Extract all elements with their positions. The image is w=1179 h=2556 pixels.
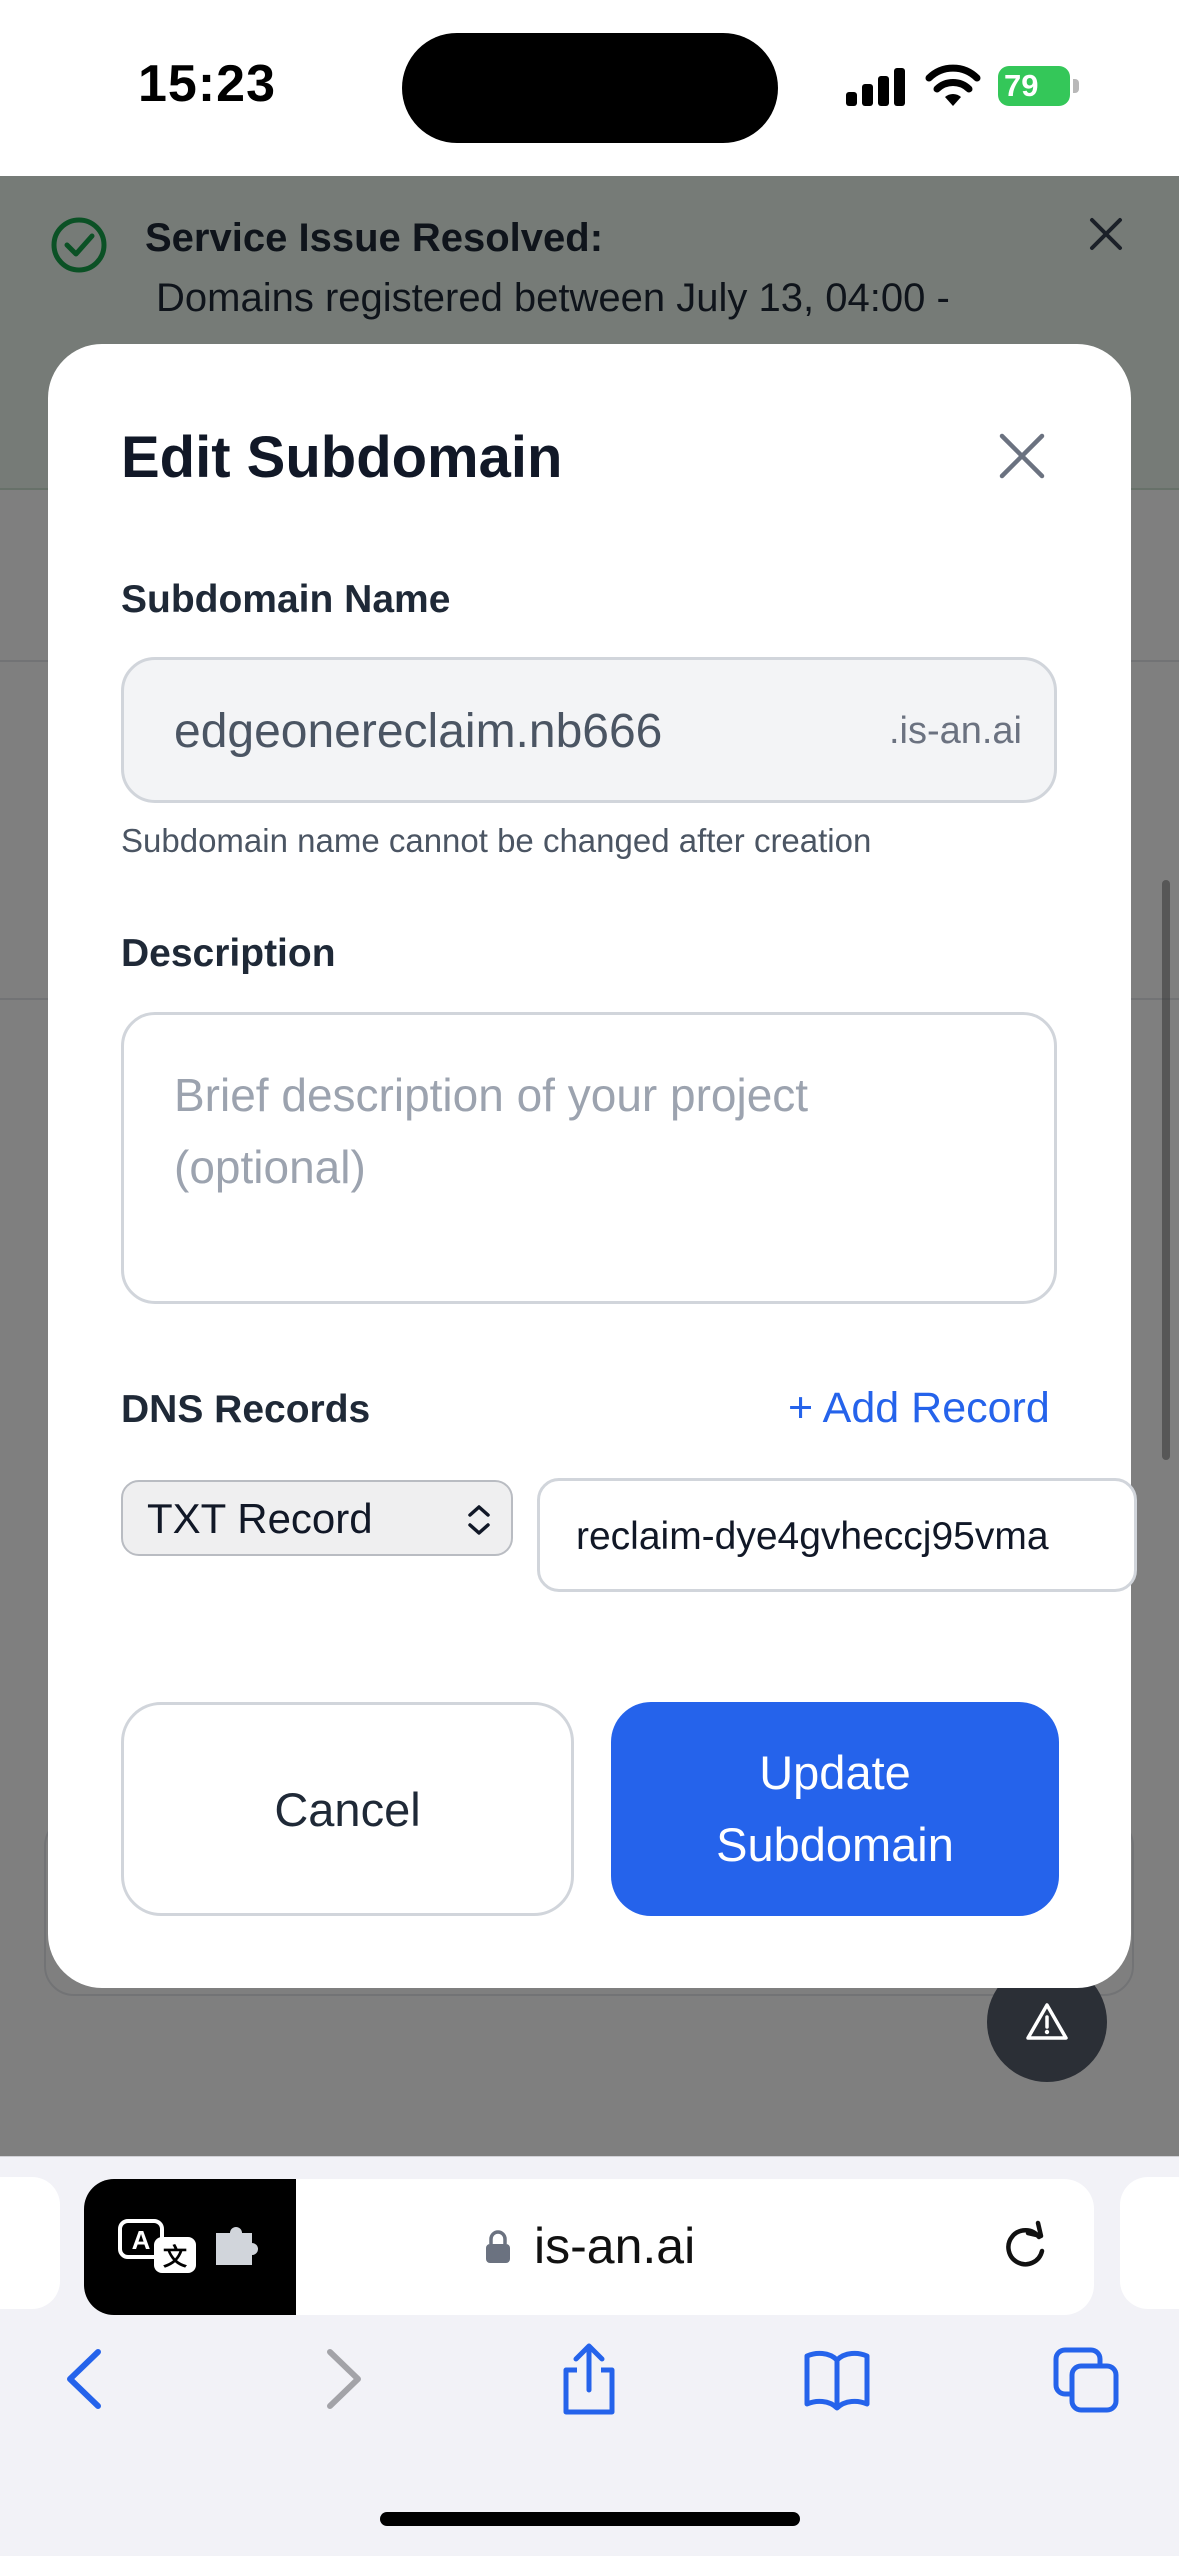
add-record-button[interactable]: + Add Record (788, 1384, 1050, 1433)
subdomain-suffix: .is-an.ai (888, 710, 1022, 752)
record-type-select[interactable]: TXT Record (121, 1480, 513, 1556)
edit-subdomain-modal: Edit Subdomain Subdomain Name edgeonerec… (48, 344, 1137, 1988)
back-icon[interactable] (52, 2342, 122, 2416)
url-text: is-an.ai (534, 2218, 696, 2274)
svg-text:文: 文 (163, 2243, 188, 2271)
description-textarea[interactable]: Brief description of your project (optio… (121, 1012, 1057, 1304)
update-button-label: Update Subdomain (716, 1746, 954, 1871)
status-bar: 15:23 79 (0, 0, 1179, 176)
cellular-signal-icon (846, 66, 906, 106)
warning-icon (1026, 2003, 1068, 2040)
extensions-button[interactable]: A 文 (84, 2179, 296, 2315)
tabs-icon[interactable] (1052, 2342, 1122, 2416)
dynamic-island (402, 33, 778, 143)
scrollbar (1162, 880, 1170, 1460)
forward-icon[interactable] (306, 2342, 376, 2416)
wifi-icon (925, 64, 981, 106)
record-value: reclaim-dye4gvheccj95vma (576, 1515, 1049, 1558)
status-time: 15:23 (138, 55, 276, 113)
battery-icon: 79 (998, 66, 1080, 106)
home-indicator (380, 2512, 800, 2526)
chevron-up-down-icon (468, 1505, 490, 1535)
reload-icon[interactable] (998, 2219, 1052, 2275)
bookmarks-icon[interactable] (802, 2342, 872, 2416)
share-icon[interactable] (554, 2342, 624, 2416)
previous-tab[interactable] (0, 2177, 60, 2309)
dns-records-label: DNS Records (121, 1388, 371, 1431)
cancel-button-label: Cancel (274, 1782, 421, 1836)
description-placeholder: Brief description of your project (optio… (174, 1069, 809, 1193)
lock-icon (486, 2230, 510, 2263)
close-icon[interactable] (998, 432, 1046, 480)
modal-title: Edit Subdomain (121, 425, 563, 490)
subdomain-help-text: Subdomain name cannot be changed after c… (121, 822, 872, 859)
svg-text:A: A (132, 2225, 151, 2255)
address-bar[interactable]: A 文 is-an.ai (84, 2179, 1094, 2315)
cancel-button[interactable]: Cancel (121, 1702, 574, 1916)
battery-level: 79 (1004, 68, 1039, 103)
subdomain-name-value: edgeonereclaim.nb666 (174, 705, 663, 758)
description-label: Description (121, 932, 336, 975)
update-subdomain-button[interactable]: Update Subdomain (611, 1702, 1059, 1916)
record-value-input[interactable]: reclaim-dye4gvheccj95vma (537, 1478, 1137, 1592)
record-type-value: TXT Record (147, 1495, 373, 1542)
puzzle-icon (216, 2227, 258, 2265)
subdomain-name-field: edgeonereclaim.nb666 .is-an.ai (121, 657, 1057, 803)
translate-icon: A 文 (118, 2219, 196, 2273)
next-tab[interactable] (1120, 2177, 1179, 2309)
subdomain-name-label: Subdomain Name (121, 578, 451, 621)
